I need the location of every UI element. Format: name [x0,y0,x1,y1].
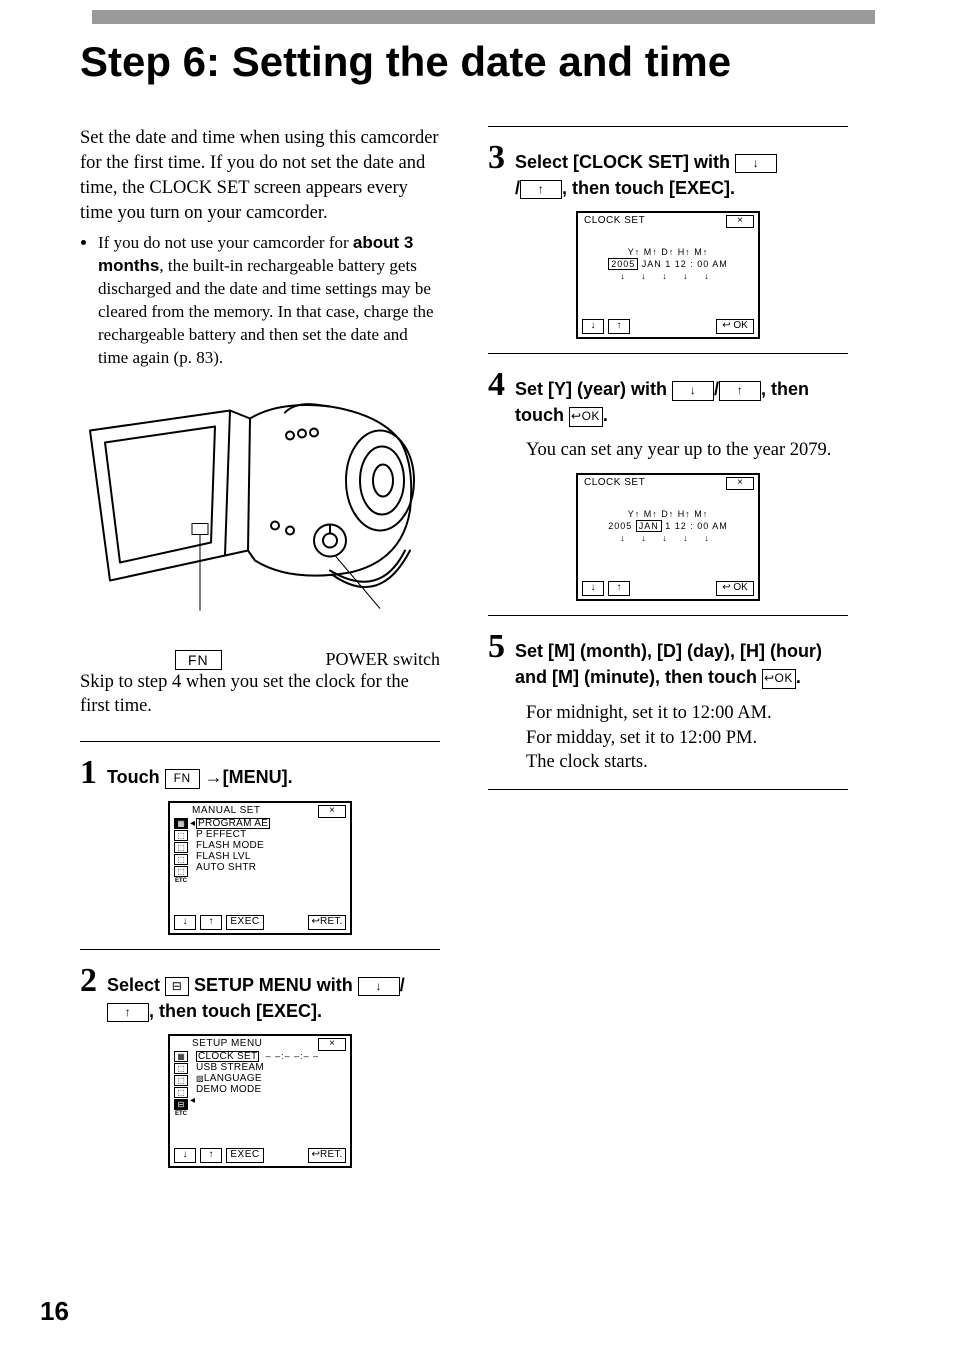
down-arrow-button: ↓ [174,915,196,930]
lcd-manual-set: MANUAL SET × ▦ ⬚ ⬚ ⬚ ⬚ ETC ◂P [168,801,352,935]
down-arrow-button: ↓ [582,319,604,334]
return-button: ↩RET. [308,1148,346,1163]
intro-paragraph: Set the date and time when using this ca… [80,126,440,226]
lcd-setup-menu: SETUP MENU × ▦ ⬚ ⬚ ⬚ ⊟ ETC CL [168,1034,352,1168]
down-key-icon: ↓ [672,381,714,400]
step-1: 1 Touch FN →[MENU]. [80,756,440,790]
down-key-icon: ↓ [358,977,400,996]
close-icon: × [726,477,754,490]
lcd-clock-set-month: CLOCK SET × Y↑ M↑ D↑ H↑ M↑ 2005 JAN 1 12… [576,473,760,601]
down-arrow-button: ↓ [582,581,604,596]
up-arrow-button: ↑ [200,1148,222,1163]
step-3: 3 Select [CLOCK SET] with ↓/↑, then touc… [488,141,848,201]
skip-note: Skip to step 4 when you set the clock fo… [80,670,440,720]
page-title: Step 6: Setting the date and time [80,38,875,86]
up-key-icon: ↑ [520,180,562,199]
up-arrow-button: ↑ [608,581,630,596]
ok-button: ↩ OK [716,319,754,334]
up-arrow-button: ↑ [200,915,222,930]
lcd-clock-set-year: CLOCK SET × Y↑ M↑ D↑ H↑ M↑ 2005 JAN 1 12… [576,211,760,339]
close-icon: × [726,215,754,228]
page-number: 16 [40,1296,69,1327]
battery-note: If you do not use your camcorder for abo… [98,232,440,370]
exec-button: EXEC [226,915,264,930]
step-2: 2 Select ⊟ SETUP MENU with ↓/↑, then tou… [80,964,440,1024]
ok-button: ↩ OK [716,581,754,596]
step-4: 4 Set [Y] (year) with ↓/↑, then touch ↩O… [488,368,848,428]
year-range-note: You can set any year up to the year 2079… [526,438,848,463]
exec-button: EXEC [226,1148,264,1163]
header-bar [92,10,875,24]
down-key-icon: ↓ [735,154,777,173]
camcorder-illustration: FN POWER switch [80,388,440,648]
midnight-note: For midnight, set it to 12:00 AM. For mi… [526,701,848,776]
fn-key: FN [165,769,200,788]
down-arrow-button: ↓ [174,1148,196,1163]
fn-callout-label: FN [175,650,222,670]
step-5: 5 Set [M] (month), [D] (day), [H] (hour)… [488,630,848,690]
menu-category-icon: ⊟ [174,1099,188,1110]
ok-key-icon: ↩OK [762,669,796,688]
close-icon: × [318,805,346,818]
menu-category-icon: ▦ [174,818,188,829]
up-key-icon: ↑ [107,1003,149,1022]
power-switch-callout-label: POWER switch [326,649,441,670]
close-icon: × [318,1038,346,1051]
setup-menu-icon: ⊟ [165,977,189,996]
up-arrow-button: ↑ [608,319,630,334]
up-key-icon: ↑ [719,381,761,400]
ok-key-icon: ↩OK [569,407,603,426]
return-button: ↩RET. [308,915,346,930]
